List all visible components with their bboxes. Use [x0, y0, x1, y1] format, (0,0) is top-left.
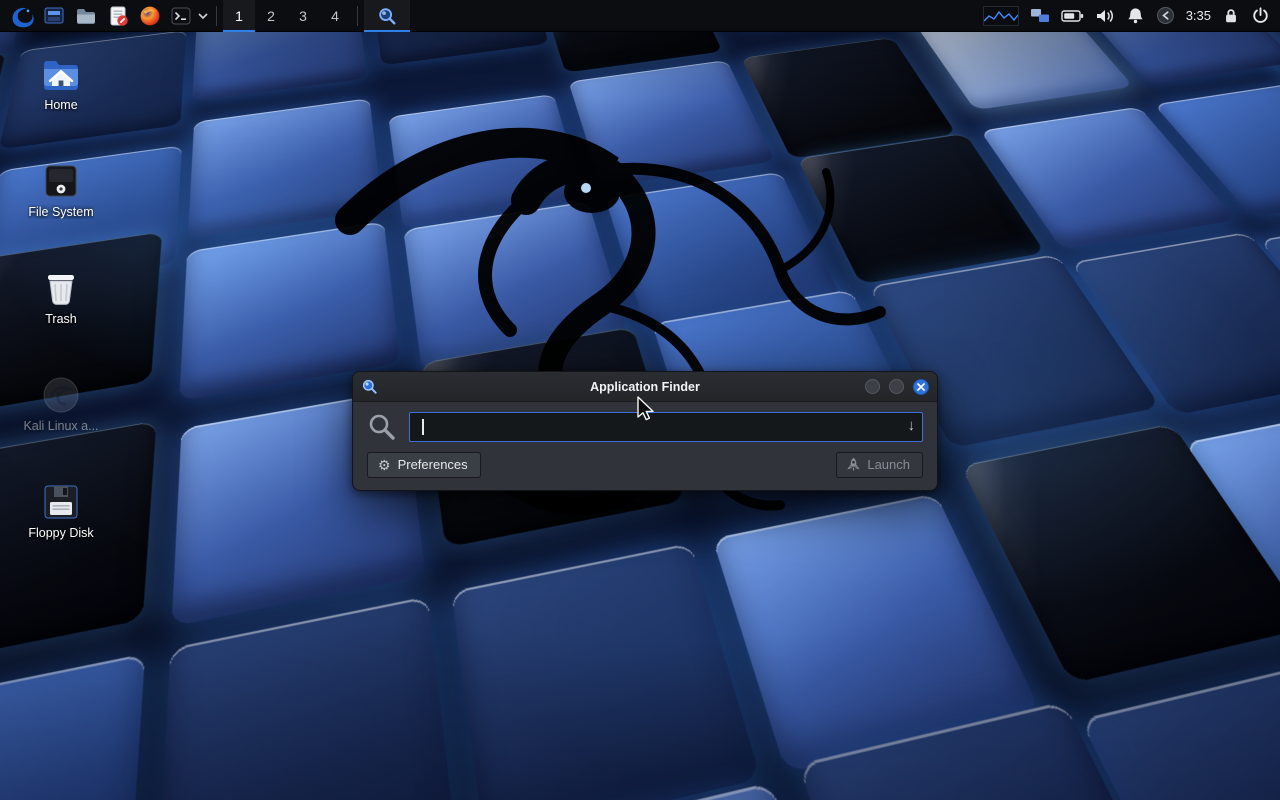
- maximize-button[interactable]: [889, 379, 904, 394]
- firefox-icon: [139, 5, 161, 27]
- trash-icon: [39, 266, 83, 310]
- text-editor-launcher[interactable]: [102, 0, 134, 32]
- desktop-icon-trash[interactable]: Trash: [18, 266, 104, 373]
- window-title: Application Finder: [353, 380, 937, 394]
- minimize-button[interactable]: [865, 379, 880, 394]
- workspace-button-1[interactable]: 1: [223, 0, 255, 32]
- desktop-icon-column: Home File System Trash: [18, 52, 104, 587]
- cpu-graph-line: [984, 7, 1018, 25]
- workspace-button-2[interactable]: 2: [255, 0, 287, 32]
- search-input[interactable]: [409, 412, 923, 442]
- search-icon: [367, 412, 397, 442]
- titlebar[interactable]: Application Finder: [353, 372, 937, 402]
- dropdown-arrow-icon[interactable]: ↓: [908, 417, 916, 434]
- file-manager-icon: [43, 5, 65, 27]
- top-panel: 1 2 3 4: [0, 0, 1280, 32]
- terminal-icon: [170, 5, 192, 27]
- workspace-label: 3: [299, 8, 307, 24]
- network-icon[interactable]: [1030, 7, 1050, 24]
- launch-button-label: Launch: [867, 457, 910, 472]
- file-manager-launcher[interactable]: [38, 0, 70, 32]
- rocket-icon: [847, 457, 860, 472]
- taskbar-application-finder-button[interactable]: [364, 0, 410, 32]
- clock[interactable]: 3:35: [1186, 8, 1211, 23]
- panel-separator: [357, 6, 358, 26]
- logout-icon[interactable]: [1251, 6, 1270, 25]
- desktop-icon-home[interactable]: Home: [18, 52, 104, 159]
- terminal-dropdown-button[interactable]: [196, 0, 210, 32]
- desktop-icon-label: Floppy Disk: [28, 526, 93, 540]
- folder-icon: [75, 5, 97, 27]
- application-finder-icon: [361, 378, 378, 395]
- workspace-button-3[interactable]: 3: [287, 0, 319, 32]
- panel-separator: [216, 6, 217, 26]
- gear-icon: ⚙: [378, 458, 391, 472]
- kali-ghost-icon: [39, 373, 83, 417]
- application-finder-icon: [377, 6, 397, 26]
- filesystem-icon: [39, 159, 83, 203]
- folder-launcher[interactable]: [70, 0, 102, 32]
- desktop-icon-file-system[interactable]: File System: [18, 159, 104, 266]
- kali-logo-icon: [10, 4, 34, 28]
- terminal-launcher[interactable]: [166, 0, 196, 32]
- preferences-button-label: Preferences: [398, 457, 468, 472]
- preferences-button[interactable]: ⚙ Preferences: [367, 452, 481, 478]
- desktop-icon-floppy-disk[interactable]: Floppy Disk: [18, 480, 104, 587]
- close-icon: [917, 383, 925, 391]
- desktop-icon-label: Kali Linux a...: [23, 419, 98, 433]
- chevron-down-icon: [198, 12, 208, 20]
- cpu-graph[interactable]: [983, 6, 1019, 26]
- firefox-launcher[interactable]: [134, 0, 166, 32]
- lock-icon[interactable]: [1222, 6, 1240, 25]
- kali-menu-button[interactable]: [6, 0, 38, 32]
- volume-icon[interactable]: [1095, 7, 1115, 25]
- text-caret: [422, 419, 424, 435]
- status-circle-icon[interactable]: [1156, 6, 1175, 25]
- notifications-bell-icon[interactable]: [1126, 6, 1145, 25]
- desktop-icon-label: Home: [44, 98, 77, 112]
- close-button[interactable]: [913, 379, 929, 395]
- desktop-icon-kali-linux[interactable]: Kali Linux a...: [18, 373, 104, 480]
- desktop-icon-label: Trash: [45, 312, 77, 326]
- text-editor-icon: [107, 5, 129, 27]
- workspace-label: 1: [235, 8, 243, 24]
- home-icon: [39, 52, 83, 96]
- desktop-icon-label: File System: [28, 205, 93, 219]
- workspace-label: 4: [331, 8, 339, 24]
- floppy-disk-icon: [39, 480, 83, 524]
- desktop-screen: 1 2 3 4: [0, 0, 1280, 800]
- workspace-label: 2: [267, 8, 275, 24]
- workspace-button-4[interactable]: 4: [319, 0, 351, 32]
- launch-button[interactable]: Launch: [836, 452, 923, 478]
- battery-icon[interactable]: [1061, 6, 1084, 26]
- application-finder-window: Application Finder: [352, 371, 938, 491]
